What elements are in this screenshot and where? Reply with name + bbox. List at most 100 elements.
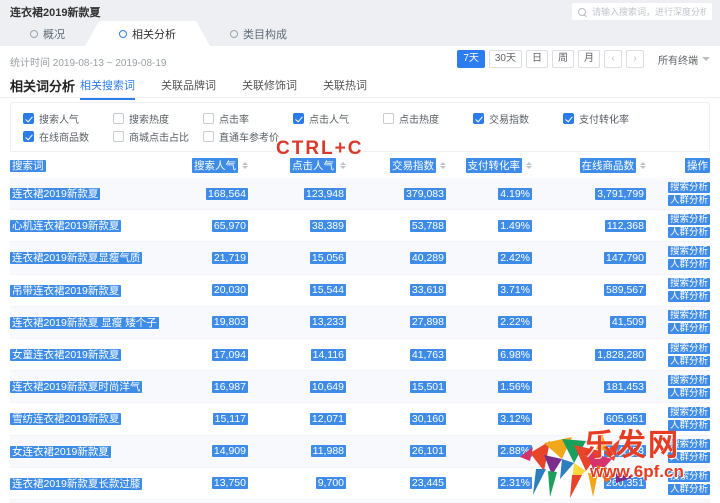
filter-label: 商城点击占比 [129,129,189,144]
date-button-30d[interactable]: 30天 [489,50,522,68]
col-header-label: 操作 [685,158,710,173]
keyword-cell[interactable]: 连衣裙2019新款夏 显瘦 矮个子 [10,315,190,330]
search-popularity-cell: 17,094 [190,349,248,361]
checkbox-icon[interactable] [383,113,394,124]
terminal-dropdown[interactable]: 所有终端 [658,52,710,67]
tab-related-analysis[interactable]: 相关分析 [85,21,210,46]
search-analysis-link[interactable]: 搜索分析 [668,278,710,289]
page: 连衣裙2019新款夏 概况 相关分析 类目构成 统计时间 2019-08-13 … [0,0,720,503]
keyword-cell[interactable]: 连衣裙2019新款夏 [10,186,190,201]
category-tab-icon [230,30,238,38]
crowd-analysis-link[interactable]: 人群分析 [668,356,710,367]
value-text: 15,544 [310,284,346,296]
value-text: 2.31% [498,477,532,489]
keyword-cell[interactable]: 连衣裙2019新款夏长款过膝 [10,476,190,491]
keyword-cell[interactable]: 连衣裙2019新款夏时尚洋气 [10,379,190,394]
col-header-keyword[interactable]: 搜索词 [10,158,190,173]
value-text: 3.12% [498,413,532,425]
value-text: 605,951 [604,413,646,425]
checkbox-checked-icon[interactable] [23,131,34,142]
checkbox-checked-icon[interactable] [473,113,484,124]
col-header-items[interactable]: 在线商品数 [532,158,646,173]
search-analysis-link[interactable]: 搜索分析 [668,182,710,193]
click-popularity-cell: 123,948 [248,188,346,200]
pay-conversion-cell: 3.12% [446,413,532,425]
subtab-related-search-words[interactable]: 相关搜索词 [80,77,135,100]
date-button-7d[interactable]: 7天 [457,50,485,68]
date-button-day[interactable]: 日 [526,50,548,68]
date-button-week[interactable]: 周 [552,50,574,68]
filter-trade-index[interactable]: 交易指数 [473,111,563,126]
checkbox-icon[interactable] [203,131,214,142]
search-analysis-link[interactable]: 搜索分析 [668,375,710,386]
crowd-analysis-link[interactable]: 人群分析 [668,484,710,495]
main-tabs: 概况 相关分析 类目构成 [10,21,307,46]
subtab-modifier-words[interactable]: 关联修饰词 [242,77,297,100]
search-analysis-link[interactable]: 搜索分析 [668,471,710,482]
keyword-text: 连衣裙2019新款夏 [10,188,100,200]
crowd-analysis-link[interactable]: 人群分析 [668,195,710,206]
filter-pay-conversion[interactable]: 支付转化率 [563,111,653,126]
pay-conversion-cell: 2.88% [446,445,532,457]
filter-search-popularity[interactable]: 搜索人气 [23,111,113,126]
checkbox-checked-icon[interactable] [23,113,34,124]
value-text: 15,117 [213,413,248,425]
keyword-cell[interactable]: 雪纺连衣裙2019新款夏 [10,411,190,426]
search-analysis-link[interactable]: 搜索分析 [668,246,710,257]
table-row: 连衣裙2019新款夏显瘦气质 21,719 15,056 40,289 2.42… [10,242,710,274]
subtab-hot-words[interactable]: 关联热词 [323,77,367,100]
keyword-text: 心机连衣裙2019新款夏 [10,220,121,232]
value-text: 38,389 [310,220,346,232]
date-button-month[interactable]: 月 [578,50,600,68]
checkbox-icon[interactable] [113,113,124,124]
checkbox-checked-icon[interactable] [293,113,304,124]
keyword-cell[interactable]: 心机连衣裙2019新款夏 [10,218,190,233]
col-header-search[interactable]: 搜索人气 [190,158,248,173]
keyword-cell[interactable]: 吊带连衣裙2019新款夏 [10,283,190,298]
keyword-cell[interactable]: 女连衣裙2019新款夏 [10,444,190,459]
crowd-analysis-link[interactable]: 人群分析 [668,388,710,399]
keyword-cell[interactable]: 连衣裙2019新款夏显瘦气质 [10,250,190,265]
search-analysis-link[interactable]: 搜索分析 [668,407,710,418]
online-items-cell: 589,567 [532,284,646,296]
pay-conversion-cell: 1.49% [446,220,532,232]
search-analysis-link[interactable]: 搜索分析 [668,214,710,225]
prev-arrow-icon[interactable]: ‹ [604,50,622,68]
date-bar: 7天 30天 日 周 月 ‹ › 所有终端 [457,50,710,68]
filter-click-rate[interactable]: 点击率 [203,111,293,126]
table-row: 连衣裙2019新款夏 168,564 123,948 379,083 4.19%… [10,178,710,210]
value-text: 260,351 [604,477,646,489]
checkbox-checked-icon[interactable] [563,113,574,124]
crowd-analysis-link[interactable]: 人群分析 [668,323,710,334]
crowd-analysis-link[interactable]: 人群分析 [668,420,710,431]
filter-online-items[interactable]: 在线商品数 [23,129,113,144]
crowd-analysis-link[interactable]: 人群分析 [668,227,710,238]
online-items-cell: 41,509 [532,316,646,328]
crowd-analysis-link[interactable]: 人群分析 [668,259,710,270]
filter-click-popularity[interactable]: 点击人气 [293,111,383,126]
chevron-down-icon [702,57,710,61]
value-text: 21,719 [212,252,248,264]
tab-label: 概况 [43,26,65,42]
search-analysis-link[interactable]: 搜索分析 [668,439,710,450]
checkbox-icon[interactable] [203,113,214,124]
value-text: 147,790 [604,252,646,264]
next-arrow-icon[interactable]: › [626,50,644,68]
keyword-text: 吊带连衣裙2019新款夏 [10,285,121,297]
keyword-cell[interactable]: 女童连衣裙2019新款夏 [10,347,190,362]
crowd-analysis-link[interactable]: 人群分析 [668,291,710,302]
filter-mall-click-share[interactable]: 商城点击占比 [113,129,203,144]
filter-click-heat[interactable]: 点击热度 [383,111,473,126]
checkbox-icon[interactable] [113,131,124,142]
filter-search-heat[interactable]: 搜索热度 [113,111,203,126]
search-box[interactable] [572,3,712,20]
search-analysis-link[interactable]: 搜索分析 [668,343,710,354]
search-input[interactable] [592,7,706,17]
tab-overview[interactable]: 概况 [10,21,85,46]
crowd-analysis-link[interactable]: 人群分析 [668,452,710,463]
value-text: 27,898 [410,316,446,328]
search-analysis-link[interactable]: 搜索分析 [668,310,710,321]
tab-category-composition[interactable]: 类目构成 [210,21,307,46]
subtab-brand-words[interactable]: 关联品牌词 [161,77,216,100]
col-header-pay[interactable]: 支付转化率 [446,158,532,173]
